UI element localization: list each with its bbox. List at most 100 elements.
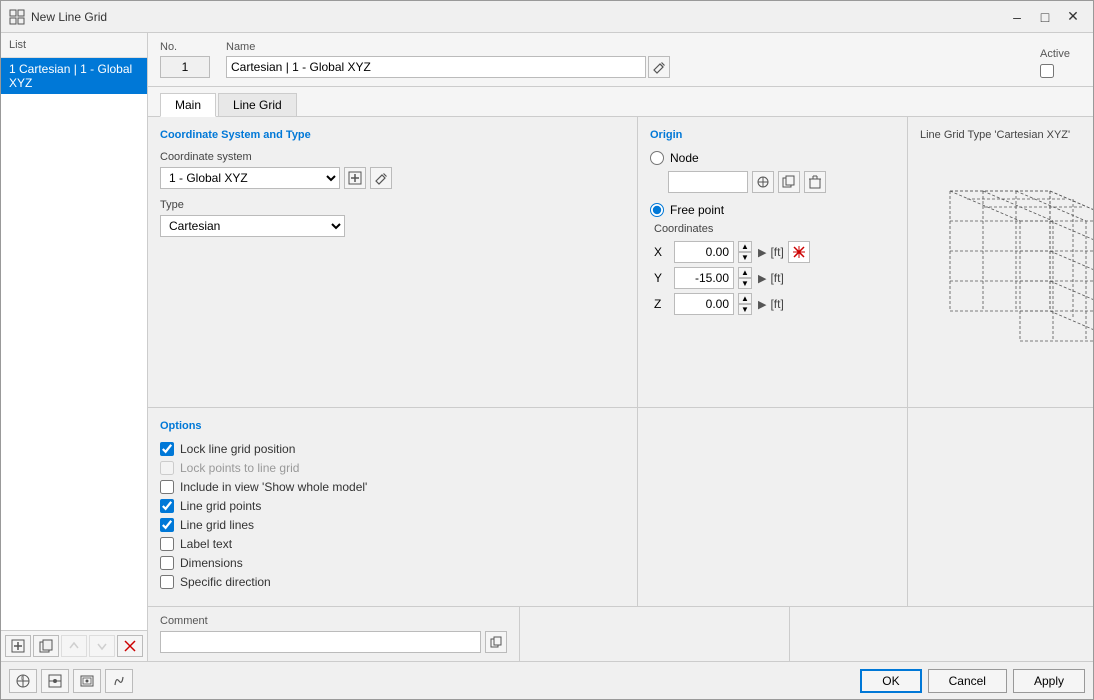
name-edit-button[interactable] (648, 56, 670, 78)
add-small-icon (348, 171, 362, 185)
footer-right: OK Cancel Apply (860, 669, 1085, 693)
pick-icon (756, 175, 770, 189)
add-icon (11, 639, 25, 653)
bottom-middle (638, 408, 908, 606)
footer-btn-2[interactable] (41, 669, 69, 693)
coordinates-group: Coordinates X ▲ ▼ (650, 223, 895, 315)
x-spin-up[interactable]: ▲ (738, 241, 752, 252)
option-label-text: Label text (160, 537, 625, 551)
coord-add-button[interactable] (344, 167, 366, 189)
right-section: No. Name (148, 33, 1093, 661)
z-arrow: ▶ (758, 298, 766, 311)
type-select[interactable]: Cartesian (160, 215, 345, 237)
title-bar: New Line Grid – □ ✕ (1, 1, 1093, 33)
node-pick-btn[interactable] (752, 171, 774, 193)
add-item-button[interactable] (5, 635, 31, 657)
x-pick-button[interactable] (788, 241, 810, 263)
main-window: New Line Grid – □ ✕ List 1 Cartesian | 1… (0, 0, 1094, 700)
move-down-button[interactable] (89, 635, 115, 657)
coord-system-select[interactable]: 1 - Global XYZ (160, 167, 340, 189)
free-point-radio[interactable] (650, 203, 664, 217)
delete-item-button[interactable] (117, 635, 143, 657)
lock-line-grid-checkbox[interactable] (160, 442, 174, 456)
list-items: 1 Cartesian | 1 - Global XYZ (1, 58, 147, 630)
apply-button[interactable]: Apply (1013, 669, 1085, 693)
window-title: New Line Grid (31, 10, 1005, 24)
lock-line-grid-label: Lock line grid position (180, 442, 295, 456)
type-group: Type Cartesian (160, 199, 625, 237)
comment-middle (520, 607, 790, 661)
node-copy-btn[interactable] (778, 171, 800, 193)
move-up-button[interactable] (61, 635, 87, 657)
free-point-radio-row: Free point (650, 203, 895, 217)
name-input[interactable] (226, 56, 646, 78)
coord-system-group: Coordinate system 1 - Global XYZ (160, 151, 625, 189)
lock-points-checkbox[interactable] (160, 461, 174, 475)
coord-edit-button[interactable] (370, 167, 392, 189)
line-grid-lines-checkbox[interactable] (160, 518, 174, 532)
preview-section: Line Grid Type 'Cartesian XYZ' .grid-lin… (908, 117, 1093, 407)
ok-button[interactable]: OK (860, 669, 921, 693)
specific-direction-label: Specific direction (180, 575, 271, 589)
minimize-button[interactable]: – (1005, 7, 1029, 27)
coord-section: Coordinate System and Type Coordinate sy… (148, 117, 638, 407)
no-field-group: No. (160, 41, 210, 78)
z-coord-row: Z ▲ ▼ ▶ [ft] (654, 293, 895, 315)
top-section: Coordinate System and Type Coordinate sy… (148, 117, 1093, 408)
node-delete-btn[interactable] (804, 171, 826, 193)
function-icon (111, 673, 127, 689)
cancel-button[interactable]: Cancel (928, 669, 1007, 693)
node-input[interactable] (668, 171, 748, 193)
coord-system-label: Coordinate system (160, 151, 625, 163)
tab-main[interactable]: Main (160, 93, 216, 117)
label-text-checkbox[interactable] (160, 537, 174, 551)
comment-input[interactable] (160, 631, 481, 653)
type-label: Type (160, 199, 625, 211)
footer-btn-1[interactable]: 0 (9, 669, 37, 693)
x-input[interactable] (674, 241, 734, 263)
maximize-button[interactable]: □ (1033, 7, 1057, 27)
tab-line-grid[interactable]: Line Grid (218, 93, 297, 116)
line-grid-points-checkbox[interactable] (160, 499, 174, 513)
footer-btn-4[interactable] (105, 669, 133, 693)
include-view-checkbox[interactable] (160, 480, 174, 494)
x-spin-down[interactable]: ▼ (738, 252, 752, 263)
no-input[interactable] (160, 56, 210, 78)
x-spinners: ▲ ▼ (738, 241, 752, 263)
line-grid-lines-label: Line grid lines (180, 518, 254, 532)
z-spin-down[interactable]: ▼ (738, 304, 752, 315)
node-radio-row: Node (650, 151, 895, 165)
list-toolbar (1, 630, 147, 661)
active-checkbox[interactable] (1040, 64, 1054, 78)
node-radio-label: Node (670, 151, 699, 165)
comment-copy-icon (490, 636, 502, 648)
preview-label: Line Grid Type 'Cartesian XYZ' (920, 129, 1093, 141)
z-spin-up[interactable]: ▲ (738, 293, 752, 304)
name-label: Name (226, 41, 1024, 53)
y-spin-up[interactable]: ▲ (738, 267, 752, 278)
specific-direction-checkbox[interactable] (160, 575, 174, 589)
list-item[interactable]: 1 Cartesian | 1 - Global XYZ (1, 58, 147, 94)
footer-btn-3[interactable] (73, 669, 101, 693)
name-input-row (226, 56, 1024, 78)
comment-input-row (160, 631, 507, 653)
dimensions-checkbox[interactable] (160, 556, 174, 570)
option-line-grid-points: Line grid points (160, 499, 625, 513)
y-coord-row: Y ▲ ▼ ▶ [ft] (654, 267, 895, 289)
close-button[interactable]: ✕ (1061, 7, 1085, 27)
comment-copy-button[interactable] (485, 631, 507, 653)
tabs: Main Line Grid (148, 87, 1093, 117)
option-lock-line-grid: Lock line grid position (160, 442, 625, 456)
x-arrow: ▶ (758, 246, 766, 259)
copy-item-button[interactable] (33, 635, 59, 657)
view-icon (79, 673, 95, 689)
z-input[interactable] (674, 293, 734, 315)
y-input[interactable] (674, 267, 734, 289)
main-content: List 1 Cartesian | 1 - Global XYZ (1, 33, 1093, 661)
comment-label: Comment (160, 615, 507, 627)
grid-preview-svg: .grid-line { stroke: #555; stroke-width:… (920, 161, 1093, 361)
active-section: Active (1040, 48, 1093, 78)
comment-right (790, 607, 1094, 661)
node-radio[interactable] (650, 151, 664, 165)
y-spin-down[interactable]: ▼ (738, 278, 752, 289)
